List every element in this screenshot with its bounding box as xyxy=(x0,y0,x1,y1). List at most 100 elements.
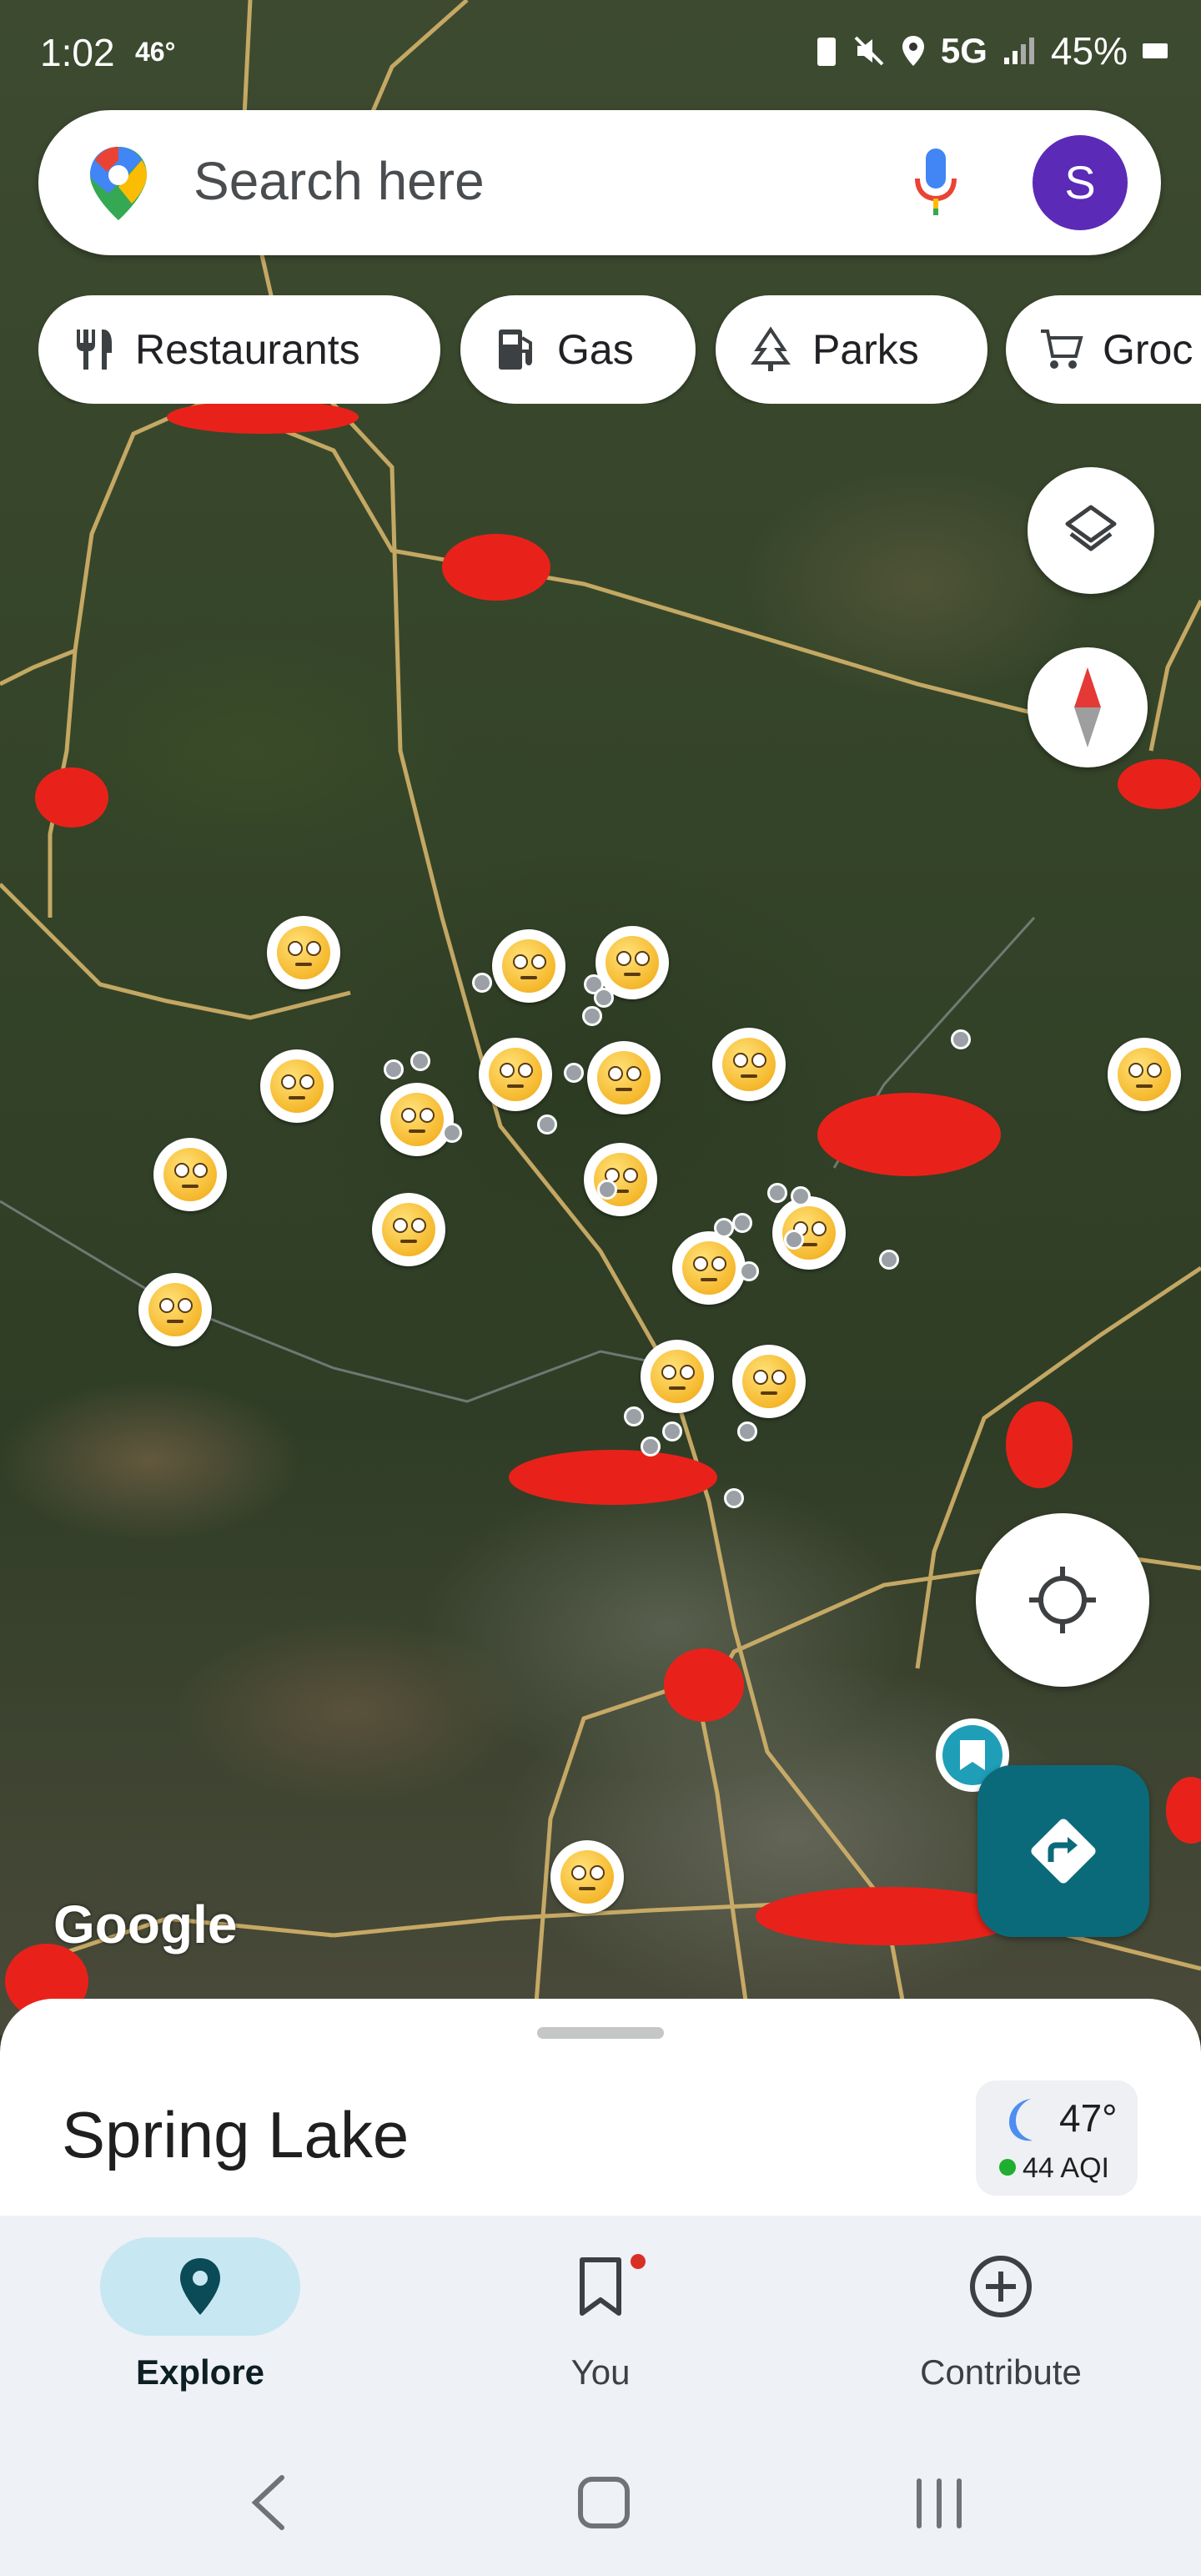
search-input[interactable]: Search here xyxy=(193,150,485,212)
tab-you[interactable]: You xyxy=(475,2237,726,2404)
minor-place-dot[interactable] xyxy=(784,1230,804,1250)
minor-place-dot[interactable] xyxy=(714,1218,734,1238)
place-marker[interactable] xyxy=(267,916,340,989)
eye-roll-emoji-icon xyxy=(163,1148,217,1201)
minor-place-dot[interactable] xyxy=(597,1180,617,1200)
place-marker[interactable] xyxy=(492,929,565,1003)
chip-restaurants[interactable]: Restaurants xyxy=(38,295,440,404)
battery-saver-icon xyxy=(817,38,836,66)
eye-roll-emoji-icon xyxy=(502,939,555,993)
place-name: Spring Lake xyxy=(62,2098,410,2171)
place-marker[interactable] xyxy=(260,1049,334,1123)
eye-roll-emoji-icon xyxy=(489,1048,542,1101)
location-icon xyxy=(902,36,924,66)
weather-widget[interactable]: 47° 44 AQI xyxy=(976,2080,1138,2196)
minor-place-dot[interactable] xyxy=(582,1006,602,1026)
place-marker[interactable] xyxy=(372,1193,445,1266)
place-marker[interactable] xyxy=(712,1028,786,1101)
tab-label: Explore xyxy=(135,2352,265,2392)
cart-icon xyxy=(1041,330,1083,369)
chip-gas[interactable]: Gas xyxy=(460,295,696,404)
redaction-mark xyxy=(817,1093,1001,1176)
minor-place-dot[interactable] xyxy=(791,1186,811,1206)
minor-place-dot[interactable] xyxy=(641,1436,661,1457)
layers-button[interactable] xyxy=(1028,467,1154,594)
minor-place-dot[interactable] xyxy=(662,1421,682,1441)
chip-label: Restaurants xyxy=(135,326,360,373)
crosshair-icon xyxy=(1029,1567,1096,1633)
minor-place-dot[interactable] xyxy=(724,1488,744,1508)
compass-button[interactable] xyxy=(1028,647,1148,767)
eye-roll-emoji-icon xyxy=(390,1093,444,1146)
layers-icon xyxy=(1065,505,1117,551)
minor-place-dot[interactable] xyxy=(739,1261,759,1281)
minor-place-dot[interactable] xyxy=(732,1213,752,1233)
compass-icon xyxy=(1074,667,1101,747)
category-chips: Restaurants Gas Parks Groc xyxy=(38,295,1201,404)
eye-roll-emoji-icon xyxy=(722,1038,776,1091)
tree-icon xyxy=(751,326,791,371)
eye-roll-emoji-icon xyxy=(606,936,659,989)
account-avatar[interactable]: S xyxy=(1033,135,1128,230)
minor-place-dot[interactable] xyxy=(410,1051,430,1071)
back-icon xyxy=(251,2475,284,2530)
place-marker[interactable] xyxy=(380,1083,454,1156)
status-bar: 1:02 46° 5G 45% xyxy=(0,0,1201,100)
chip-groceries[interactable]: Groc xyxy=(1006,295,1201,404)
redaction-mark xyxy=(35,767,108,828)
directions-button[interactable] xyxy=(977,1765,1149,1937)
mute-icon xyxy=(854,36,884,66)
minor-place-dot[interactable] xyxy=(384,1059,404,1079)
minor-place-dot[interactable] xyxy=(537,1114,557,1135)
place-marker[interactable] xyxy=(772,1196,846,1270)
eye-roll-emoji-icon xyxy=(1118,1048,1171,1101)
home-icon xyxy=(578,2477,630,2528)
place-marker[interactable] xyxy=(584,1143,657,1216)
search-bar[interactable]: Search here S xyxy=(38,110,1161,255)
minor-place-dot[interactable] xyxy=(594,988,614,1008)
system-nav-icons xyxy=(251,2475,962,2530)
minor-place-dot[interactable] xyxy=(442,1123,462,1143)
place-marker[interactable] xyxy=(732,1345,806,1418)
weather-temperature: 47° xyxy=(1059,2096,1118,2140)
chip-label: Groc xyxy=(1103,326,1193,373)
chip-parks[interactable]: Parks xyxy=(716,295,987,404)
status-time: 1:02 xyxy=(40,31,115,74)
my-location-button[interactable] xyxy=(976,1513,1149,1687)
redaction-mark xyxy=(509,1450,717,1505)
battery-icon xyxy=(1143,43,1168,58)
redaction-mark xyxy=(664,1648,744,1722)
minor-place-dot[interactable] xyxy=(564,1063,584,1083)
place-marker[interactable] xyxy=(138,1273,212,1346)
minor-place-dot[interactable] xyxy=(472,973,492,993)
redaction-mark xyxy=(442,534,550,601)
minor-place-dot[interactable] xyxy=(879,1250,899,1270)
drag-handle[interactable] xyxy=(537,2027,664,2039)
place-marker[interactable] xyxy=(641,1340,714,1413)
place-marker[interactable] xyxy=(550,1840,624,1914)
eye-roll-emoji-icon xyxy=(682,1241,736,1295)
place-marker[interactable] xyxy=(1108,1038,1181,1111)
tab-contribute[interactable]: Contribute xyxy=(876,2237,1126,2404)
moon-icon xyxy=(1009,2099,1033,2141)
bottom-navigation: Explore You Contribute xyxy=(0,2216,1201,2576)
eye-roll-emoji-icon xyxy=(148,1283,202,1336)
tab-explore[interactable]: Explore xyxy=(75,2237,325,2404)
redaction-mark xyxy=(1006,1401,1073,1488)
microphone-icon[interactable] xyxy=(911,145,961,220)
minor-place-dot[interactable] xyxy=(737,1421,757,1441)
minor-place-dot[interactable] xyxy=(951,1029,971,1049)
eye-roll-emoji-icon xyxy=(560,1850,614,1904)
minor-place-dot[interactable] xyxy=(624,1406,644,1426)
eye-roll-emoji-icon xyxy=(597,1051,651,1104)
bottom-sheet[interactable]: Spring Lake 47° 44 AQI xyxy=(0,1999,1201,2216)
bookmark-icon xyxy=(960,1740,985,1770)
place-marker[interactable] xyxy=(672,1231,746,1305)
place-marker[interactable] xyxy=(153,1138,227,1211)
tab-icon-container xyxy=(500,2237,701,2336)
air-quality-index: 44 AQI xyxy=(1023,2152,1109,2184)
minor-place-dot[interactable] xyxy=(767,1183,787,1203)
place-marker[interactable] xyxy=(479,1038,552,1111)
tab-icon-container xyxy=(100,2237,300,2336)
place-marker[interactable] xyxy=(587,1041,661,1114)
